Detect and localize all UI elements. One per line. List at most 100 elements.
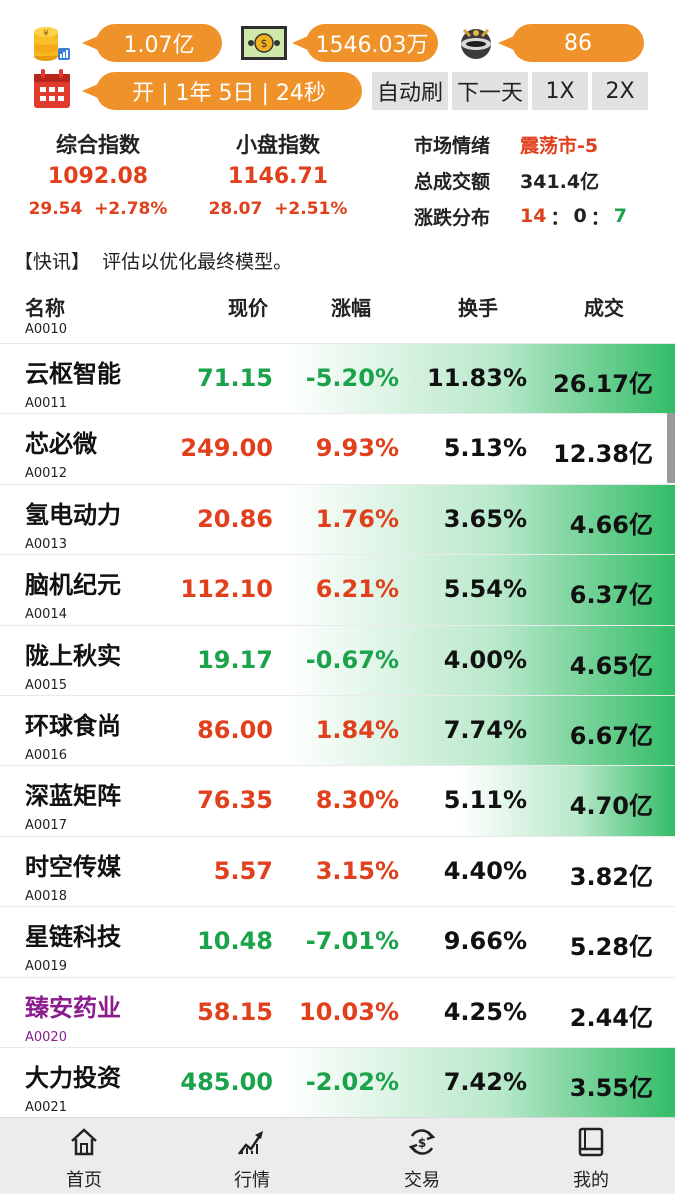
stock-price: 76.35 [197, 786, 273, 815]
stock-volume: 5.28亿 [569, 933, 653, 962]
composite-index[interactable]: 综合指数 1092.08 29.54 +2.78% [8, 130, 188, 224]
auto-refresh-label: 自动刷 [376, 81, 443, 106]
stock-turnover: 9.66% [443, 927, 527, 956]
stock-code: A0020 [25, 1029, 67, 1045]
distribution-separator: ： [550, 206, 570, 229]
stock-change: 1.84% [315, 716, 399, 744]
column-header-turnover[interactable]: 换手 [458, 292, 498, 321]
stock-name: 时空传媒 [25, 852, 121, 881]
stock-name: 臻安药业 [25, 993, 121, 1022]
next-day-button[interactable]: 下一天 [452, 72, 528, 110]
scrollbar-thumb[interactable] [667, 413, 675, 483]
stock-change: -7.01% [305, 927, 399, 956]
helmet-icon [454, 20, 500, 66]
stock-volume: 4.70亿 [569, 792, 653, 821]
table-row[interactable]: 陇上秋实 A0015 19.17 -0.67% 4.00% 4.65亿 [0, 624, 675, 695]
stock-volume: 6.37亿 [569, 581, 653, 610]
stock-change: 8.30% [315, 786, 399, 815]
svg-text:$: $ [261, 37, 268, 50]
volume-label: 总成交额 [414, 170, 491, 193]
small-cap-index[interactable]: 小盘指数 1146.71 28.07 +2.51% [188, 130, 368, 224]
cash-value: 1.07亿 [123, 33, 195, 58]
table-row[interactable]: 氢电动力 A0013 20.86 1.76% 3.65% 4.66亿 [0, 483, 675, 555]
index-change-pct: +2.51% [274, 199, 348, 219]
svg-text:¥: ¥ [43, 29, 49, 39]
session-display: 开 | 1年 5日 | 24秒 [82, 72, 362, 110]
auto-refresh-button[interactable]: 自动刷 [372, 72, 448, 110]
index-change: 29.54 +2.78% [8, 194, 188, 224]
score-value: 86 [564, 30, 592, 56]
table-row[interactable]: 环球食尚 A0016 86.00 1.84% 7.74% 6.67亿 [0, 695, 675, 766]
stock-change: -5.20% [305, 364, 399, 392]
stock-volume: 3.82亿 [569, 862, 653, 891]
stock-turnover: 4.00% [443, 645, 527, 674]
column-header-volume[interactable]: 成交 [584, 292, 624, 321]
stock-code: A0012 [25, 466, 67, 482]
speed-2x-button[interactable]: 2X [592, 72, 648, 110]
stock-name: 脑机纪元 [25, 571, 121, 600]
nav-profile[interactable]: 我的 [507, 1118, 675, 1194]
status-bar-top: ¥ 1.07亿 $ 1546.03万 86 [0, 20, 675, 66]
table-header: 名称 现价 涨幅 换手 成交 [0, 290, 675, 322]
stock-name: 氢电动力 [25, 500, 121, 529]
nav-trade[interactable]: $ 交易 [338, 1118, 506, 1194]
stock-name: 云枢智能 [25, 360, 121, 388]
stock-change: 6.21% [315, 575, 399, 604]
stock-name: 星链科技 [25, 923, 121, 952]
nav-market[interactable]: 行情 [168, 1118, 336, 1194]
stock-price: 71.15 [197, 364, 273, 392]
column-header-price[interactable]: 现价 [228, 292, 268, 321]
stock-volume: 12.38亿 [553, 440, 653, 469]
trend-chart-icon [238, 1131, 263, 1155]
session-value: 开 | 1年 5日 | 24秒 [132, 81, 326, 106]
stock-volume: 2.44亿 [569, 1003, 653, 1032]
table-row[interactable]: 大力投资 A0021 485.00 -2.02% 7.42% 3.55亿 [0, 1047, 675, 1117]
stock-turnover: 5.13% [443, 434, 527, 463]
assets-display: 1546.03万 [292, 24, 438, 62]
stock-name: 大力投资 [25, 1064, 121, 1092]
banknote-icon: $ [240, 20, 287, 66]
index-change-points: 28.07 [208, 199, 263, 219]
index-name: 综合指数 [56, 133, 140, 157]
distribution-flat: 0 [573, 205, 587, 227]
stock-change: 3.15% [315, 856, 399, 885]
stock-turnover: 4.25% [443, 997, 527, 1026]
table-row[interactable]: 云枢智能 A0011 71.15 -5.20% 11.83% 26.17亿 [0, 343, 675, 414]
index-value: 1092.08 [47, 164, 149, 189]
table-row[interactable]: 时空传媒 A0018 5.57 3.15% 4.40% 3.82亿 [0, 835, 675, 906]
calendar-icon [32, 68, 78, 114]
nav-label: 首页 [66, 1170, 102, 1191]
score-display: 86 [498, 24, 644, 62]
speed-1x-label: 1X [545, 78, 575, 104]
column-header-change[interactable]: 涨幅 [331, 292, 371, 321]
news-ticker[interactable]: 【快讯】 评估以优化最终模型。 [14, 246, 292, 278]
distribution-separator: ： [590, 206, 610, 229]
book-icon [578, 1127, 604, 1157]
partial-row-code: A0010 [25, 322, 67, 337]
coins-icon: ¥ [28, 20, 74, 66]
nav-home[interactable]: 首页 [0, 1118, 168, 1194]
stock-turnover: 7.42% [443, 1068, 527, 1096]
stock-volume: 4.66亿 [569, 510, 653, 539]
stock-change: 10.03% [299, 997, 399, 1026]
table-row[interactable]: 臻安药业 A0020 58.15 10.03% 4.25% 2.44亿 [0, 976, 675, 1047]
column-header-name[interactable]: 名称 [25, 292, 65, 321]
table-row[interactable]: 星链科技 A0019 10.48 -7.01% 9.66% 5.28亿 [0, 906, 675, 976]
speed-1x-button[interactable]: 1X [532, 72, 588, 110]
stock-turnover: 4.40% [443, 856, 527, 885]
index-name: 小盘指数 [236, 133, 320, 157]
table-row[interactable]: 芯必微 A0012 249.00 9.93% 5.13% 12.38亿 [0, 413, 675, 483]
distribution-down: 7 [613, 205, 627, 227]
status-bar-session: 开 | 1年 5日 | 24秒 自动刷 下一天 1X 2X [0, 68, 675, 114]
table-row[interactable]: 脑机纪元 A0014 112.10 6.21% 5.54% 6.37亿 [0, 554, 675, 625]
nav-label: 行情 [234, 1170, 270, 1191]
cash-display: 1.07亿 [82, 24, 222, 62]
table-row[interactable]: 深蓝矩阵 A0017 76.35 8.30% 5.11% 4.70亿 [0, 765, 675, 836]
stock-code: A0018 [25, 888, 67, 904]
stock-code: A0019 [25, 959, 67, 975]
nav-label: 交易 [404, 1170, 440, 1191]
stock-price: 10.48 [197, 927, 273, 956]
speed-2x-label: 2X [605, 78, 635, 104]
stock-list[interactable]: 云枢智能 A0011 71.15 -5.20% 11.83% 26.17亿 芯必微 A0012… [0, 343, 675, 1117]
svg-text:$: $ [418, 1136, 426, 1150]
